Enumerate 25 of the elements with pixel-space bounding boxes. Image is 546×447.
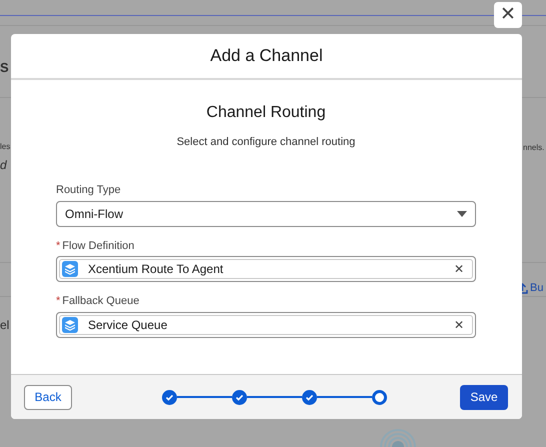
page-text: d: [0, 157, 7, 174]
spinner-drawing: [380, 427, 416, 447]
field-label: Flow Definition: [62, 238, 134, 254]
clear-icon[interactable]: ✕: [454, 260, 464, 278]
section-heading: Channel Routing: [206, 103, 326, 123]
field-label: Fallback Queue: [62, 294, 140, 309]
lookup-field[interactable]: Service Queue ✕: [56, 312, 476, 338]
field-label: Routing Type: [56, 183, 121, 198]
page-text: el: [0, 317, 10, 334]
modal-title: Add a Channel: [210, 45, 323, 68]
stack-icon: [62, 316, 78, 332]
stack-icon: [62, 261, 78, 277]
page-text: les: [0, 141, 10, 153]
page-text: nnels.: [523, 142, 544, 154]
save-button[interactable]: Save: [460, 384, 508, 410]
required-mark: *: [56, 238, 60, 254]
page-heading: S: [0, 59, 9, 77]
dropdown-caret-icon: [457, 210, 467, 216]
back-button[interactable]: Back: [24, 384, 72, 410]
required-mark: *: [56, 294, 60, 309]
section-subtitle: Select and configure channel routing: [176, 136, 356, 148]
clear-icon[interactable]: ✕: [454, 316, 464, 334]
close-button[interactable]: ✕: [494, 2, 522, 28]
lookup-field[interactable]: Xcentium Route To Agent ✕: [56, 256, 476, 282]
select-field[interactable]: Omni-Flow: [56, 200, 476, 226]
